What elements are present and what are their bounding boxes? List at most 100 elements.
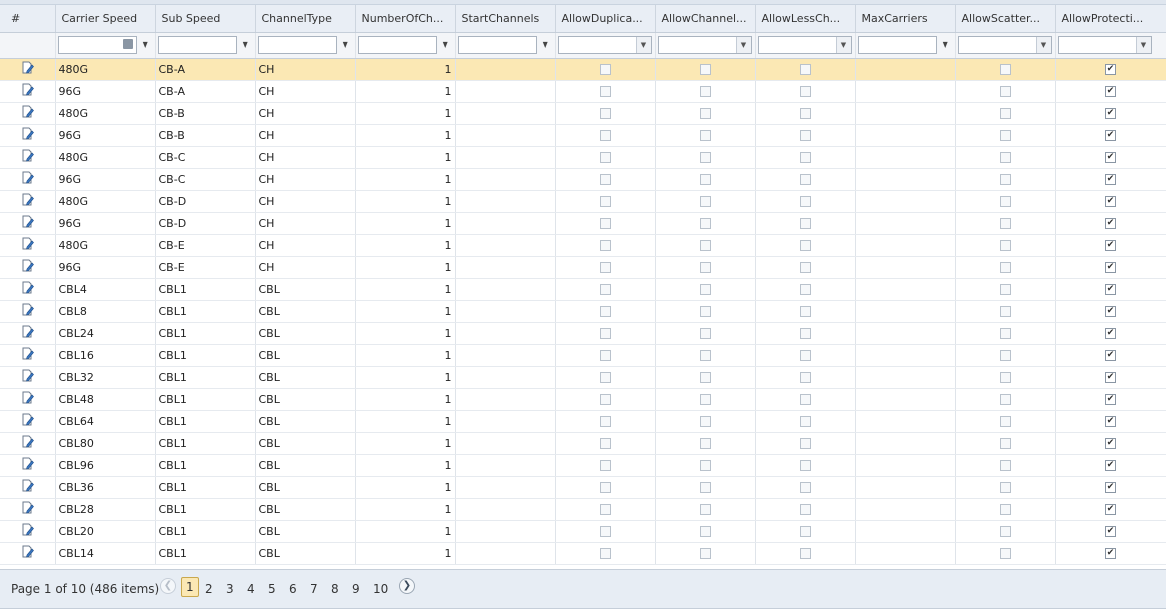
table-row[interactable]: CBL36 CBL1 CBL 1 ✔ xyxy=(0,476,1166,499)
allow-scatter-checkbox[interactable] xyxy=(999,196,1011,207)
allow-duplicate-checkbox[interactable] xyxy=(599,394,611,405)
table-row[interactable]: CBL96 CBL1 CBL 1 ✔ xyxy=(0,454,1166,477)
table-row[interactable]: 96G CB-D CH 1 ✔ xyxy=(0,212,1166,235)
column-header-9[interactable]: MaxCarriers xyxy=(855,5,956,33)
allow-protection-checkbox[interactable]: ✔ xyxy=(1105,482,1116,493)
table-row[interactable]: CBL8 CBL1 CBL 1 ✔ xyxy=(0,300,1166,323)
allow-less-checkbox[interactable] xyxy=(799,196,811,207)
prev-page-icon[interactable]: ❮ xyxy=(160,578,176,594)
allow-less-checkbox[interactable] xyxy=(799,328,811,339)
allow-protection-checkbox[interactable]: ✔ xyxy=(1105,218,1116,229)
column-header-0[interactable]: # xyxy=(0,5,56,33)
allow-less-checkbox[interactable] xyxy=(799,64,811,75)
allow-duplicate-checkbox[interactable] xyxy=(599,284,611,295)
page-link-5[interactable]: 5 xyxy=(268,582,276,596)
table-row[interactable]: CBL16 CBL1 CBL 1 ✔ xyxy=(0,344,1166,367)
allow-scatter-checkbox[interactable] xyxy=(999,152,1011,163)
allow-scatter-checkbox[interactable] xyxy=(999,482,1011,493)
allow-duplicate-checkbox[interactable] xyxy=(599,372,611,383)
filter-input-3[interactable] xyxy=(257,35,337,54)
table-row[interactable]: 480G CB-D CH 1 ✔ xyxy=(0,190,1166,213)
table-row[interactable]: 96G CB-E CH 1 ✔ xyxy=(0,256,1166,279)
allow-channel-checkbox[interactable] xyxy=(699,64,711,75)
edit-icon[interactable] xyxy=(22,215,35,228)
allow-less-checkbox[interactable] xyxy=(799,526,811,537)
allow-duplicate-checkbox[interactable] xyxy=(599,504,611,515)
column-header-10[interactable]: AllowScatter... xyxy=(955,5,1056,33)
allow-channel-checkbox[interactable] xyxy=(699,262,711,273)
allow-channel-checkbox[interactable] xyxy=(699,350,711,361)
allow-less-checkbox[interactable] xyxy=(799,284,811,295)
allow-less-checkbox[interactable] xyxy=(799,548,811,559)
next-page-icon[interactable]: ❯ xyxy=(399,578,415,594)
allow-protection-checkbox[interactable]: ✔ xyxy=(1105,394,1116,405)
edit-icon[interactable] xyxy=(22,457,35,470)
edit-icon[interactable] xyxy=(22,325,35,338)
chevron-down-icon[interactable]: ▼ xyxy=(835,36,851,53)
allow-protection-checkbox[interactable]: ✔ xyxy=(1105,548,1116,559)
edit-icon[interactable] xyxy=(22,171,35,184)
edit-icon[interactable] xyxy=(22,237,35,250)
allow-protection-checkbox[interactable]: ✔ xyxy=(1105,438,1116,449)
column-header-2[interactable]: Sub Speed xyxy=(155,5,256,33)
allow-duplicate-checkbox[interactable] xyxy=(599,240,611,251)
filter-icon[interactable]: ▼ xyxy=(242,40,248,49)
allow-scatter-checkbox[interactable] xyxy=(999,328,1011,339)
filter-icon[interactable]: ▼ xyxy=(942,40,948,49)
edit-icon[interactable] xyxy=(22,479,35,492)
table-row[interactable]: CBL48 CBL1 CBL 1 ✔ xyxy=(0,388,1166,411)
allow-less-checkbox[interactable] xyxy=(799,86,811,97)
allow-protection-checkbox[interactable]: ✔ xyxy=(1105,130,1116,141)
filter-input-5[interactable] xyxy=(457,35,537,54)
filter-select-6[interactable]: ▼ xyxy=(557,35,652,54)
allow-scatter-checkbox[interactable] xyxy=(999,526,1011,537)
allow-scatter-checkbox[interactable] xyxy=(999,394,1011,405)
chevron-down-icon[interactable]: ▼ xyxy=(735,36,751,53)
allow-protection-checkbox[interactable]: ✔ xyxy=(1105,64,1116,75)
filter-input-9[interactable] xyxy=(857,35,937,54)
edit-icon[interactable] xyxy=(22,413,35,426)
column-header-1[interactable]: Carrier Speed xyxy=(55,5,156,33)
allow-scatter-checkbox[interactable] xyxy=(999,350,1011,361)
allow-duplicate-checkbox[interactable] xyxy=(599,108,611,119)
allow-channel-checkbox[interactable] xyxy=(699,438,711,449)
table-row[interactable]: 96G CB-B CH 1 ✔ xyxy=(0,124,1166,147)
allow-less-checkbox[interactable] xyxy=(799,130,811,141)
page-link-9[interactable]: 9 xyxy=(352,582,360,596)
allow-less-checkbox[interactable] xyxy=(799,262,811,273)
allow-protection-checkbox[interactable]: ✔ xyxy=(1105,284,1116,295)
allow-channel-checkbox[interactable] xyxy=(699,86,711,97)
chevron-down-icon[interactable]: ▼ xyxy=(1135,36,1151,53)
allow-scatter-checkbox[interactable] xyxy=(999,240,1011,251)
allow-protection-checkbox[interactable]: ✔ xyxy=(1105,460,1116,471)
allow-scatter-checkbox[interactable] xyxy=(999,64,1011,75)
edit-icon[interactable] xyxy=(22,83,35,96)
page-link-7[interactable]: 7 xyxy=(310,582,318,596)
allow-duplicate-checkbox[interactable] xyxy=(599,526,611,537)
filter-input-2[interactable] xyxy=(157,35,237,54)
column-header-6[interactable]: AllowDuplica... xyxy=(555,5,656,33)
table-row[interactable]: 96G CB-A CH 1 ✔ xyxy=(0,80,1166,103)
page-link-6[interactable]: 6 xyxy=(289,582,297,596)
edit-icon[interactable] xyxy=(22,369,35,382)
filter-input-1[interactable] xyxy=(57,35,137,54)
allow-duplicate-checkbox[interactable] xyxy=(599,262,611,273)
filter-icon[interactable]: ▼ xyxy=(342,40,348,49)
allow-channel-checkbox[interactable] xyxy=(699,328,711,339)
allow-scatter-checkbox[interactable] xyxy=(999,130,1011,141)
allow-duplicate-checkbox[interactable] xyxy=(599,328,611,339)
table-row[interactable]: 480G CB-B CH 1 ✔ xyxy=(0,102,1166,125)
allow-channel-checkbox[interactable] xyxy=(699,130,711,141)
allow-channel-checkbox[interactable] xyxy=(699,482,711,493)
allow-less-checkbox[interactable] xyxy=(799,394,811,405)
allow-channel-checkbox[interactable] xyxy=(699,394,711,405)
table-row[interactable]: CBL32 CBL1 CBL 1 ✔ xyxy=(0,366,1166,389)
allow-channel-checkbox[interactable] xyxy=(699,174,711,185)
table-row[interactable]: 480G CB-A CH 1 ✔ xyxy=(0,58,1166,81)
page-link-1[interactable]: 1 xyxy=(181,577,199,597)
edit-icon[interactable] xyxy=(22,435,35,448)
allow-duplicate-checkbox[interactable] xyxy=(599,86,611,97)
allow-scatter-checkbox[interactable] xyxy=(999,306,1011,317)
allow-channel-checkbox[interactable] xyxy=(699,196,711,207)
allow-protection-checkbox[interactable]: ✔ xyxy=(1105,240,1116,251)
